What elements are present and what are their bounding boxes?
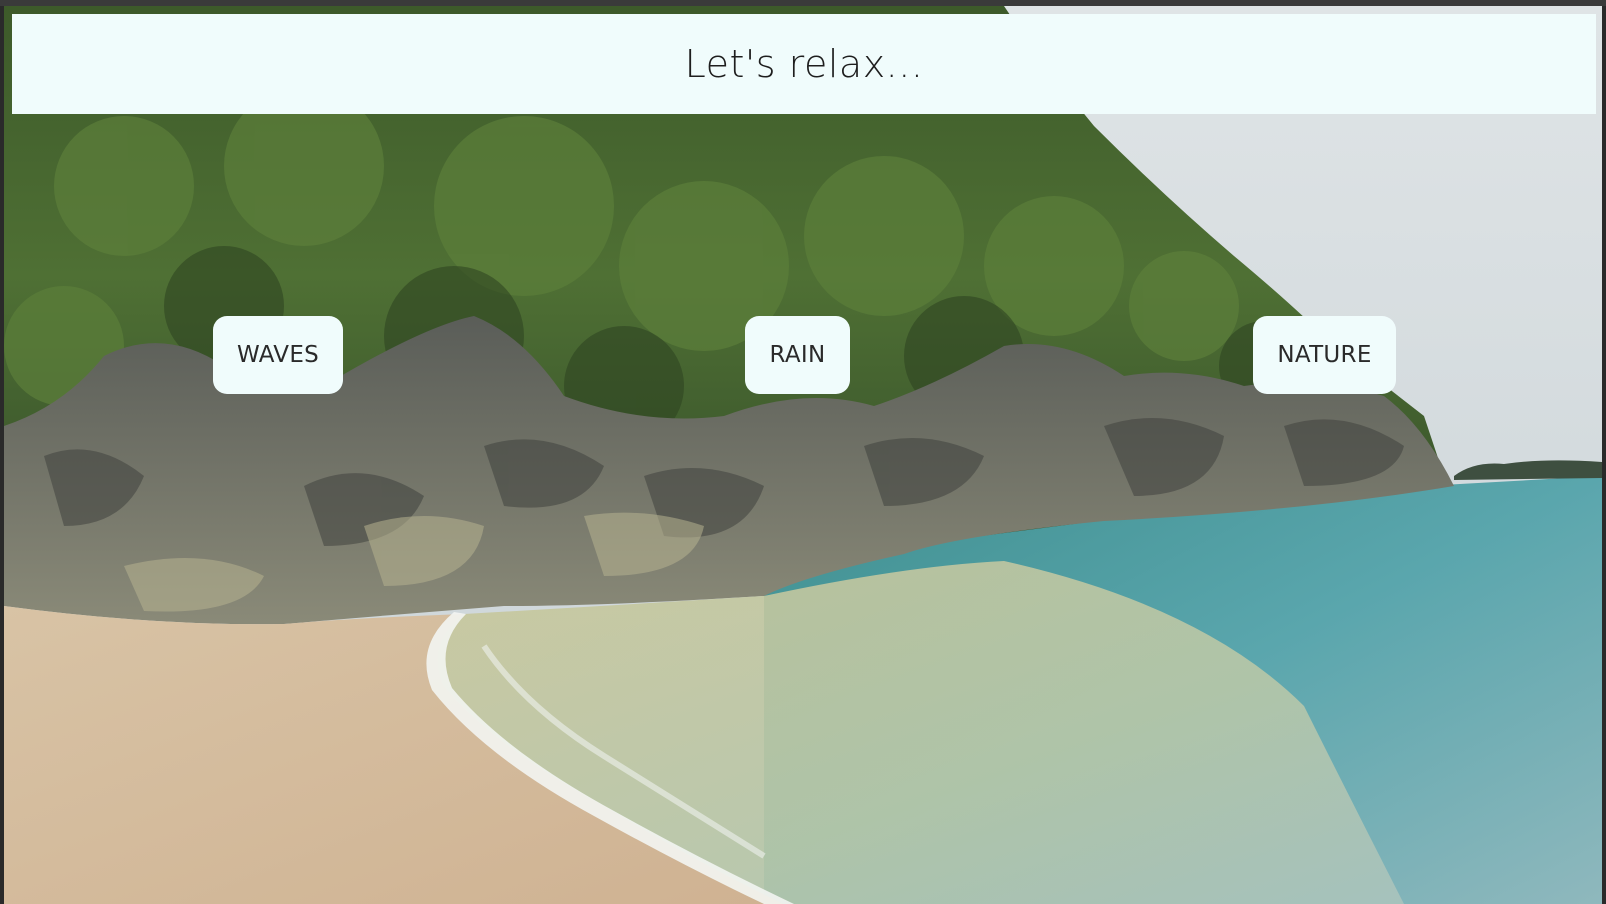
header-panel: Let's relax... <box>12 14 1596 114</box>
waves-button[interactable]: WAVES <box>213 316 343 394</box>
background-image <box>4 6 1602 904</box>
beach-scene <box>4 6 1602 904</box>
nature-button[interactable]: NATURE <box>1253 316 1396 394</box>
app-window: Let's relax... WAVES RAIN NATURE <box>0 0 1606 904</box>
page-title: Let's relax... <box>684 42 924 86</box>
rain-button[interactable]: RAIN <box>745 316 850 394</box>
